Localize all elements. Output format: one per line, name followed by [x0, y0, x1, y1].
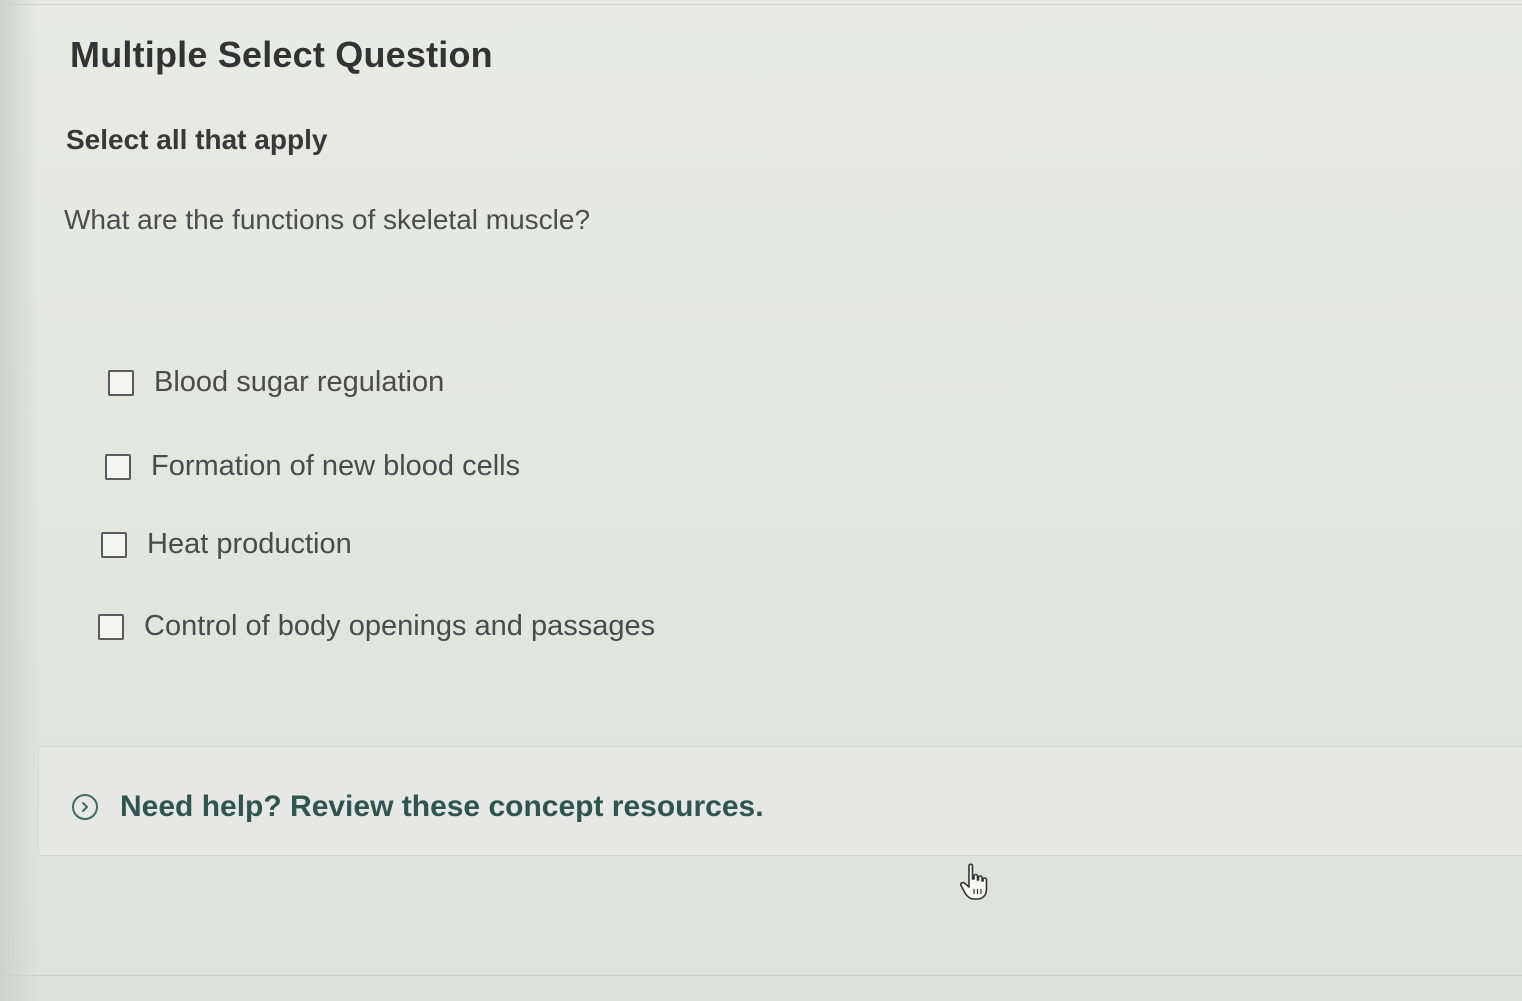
answer-option-label: Blood sugar regulation — [154, 366, 445, 398]
chevron-right-icon — [72, 794, 98, 820]
checkbox[interactable] — [101, 531, 127, 558]
screen-edge-shade — [0, 0, 40, 1001]
answer-option-label: Control of body openings and passages — [144, 610, 656, 642]
instruction-text: Select all that apply — [66, 124, 328, 155]
bottom-divider — [0, 975, 1522, 976]
checkbox[interactable] — [108, 369, 134, 396]
answer-option[interactable]: Heat production — [101, 528, 352, 561]
checkbox[interactable] — [105, 453, 131, 480]
answer-option[interactable]: Formation of new blood cells — [105, 450, 520, 483]
top-divider — [0, 4, 1522, 5]
question-type-title: Multiple Select Question — [70, 34, 493, 75]
checkbox[interactable] — [98, 613, 124, 640]
answer-option[interactable]: Control of body openings and passages — [98, 610, 655, 643]
concept-resources-link[interactable]: Need help? Review these concept resource… — [72, 790, 764, 824]
answer-option[interactable]: Blood sugar regulation — [108, 366, 444, 399]
hand-pointer-cursor-icon — [957, 862, 993, 902]
help-link-text: Need help? Review these concept resource… — [120, 790, 764, 823]
answer-option-label: Formation of new blood cells — [151, 450, 521, 482]
question-prompt: What are the functions of skeletal muscl… — [64, 204, 591, 235]
answer-option-label: Heat production — [147, 528, 352, 560]
